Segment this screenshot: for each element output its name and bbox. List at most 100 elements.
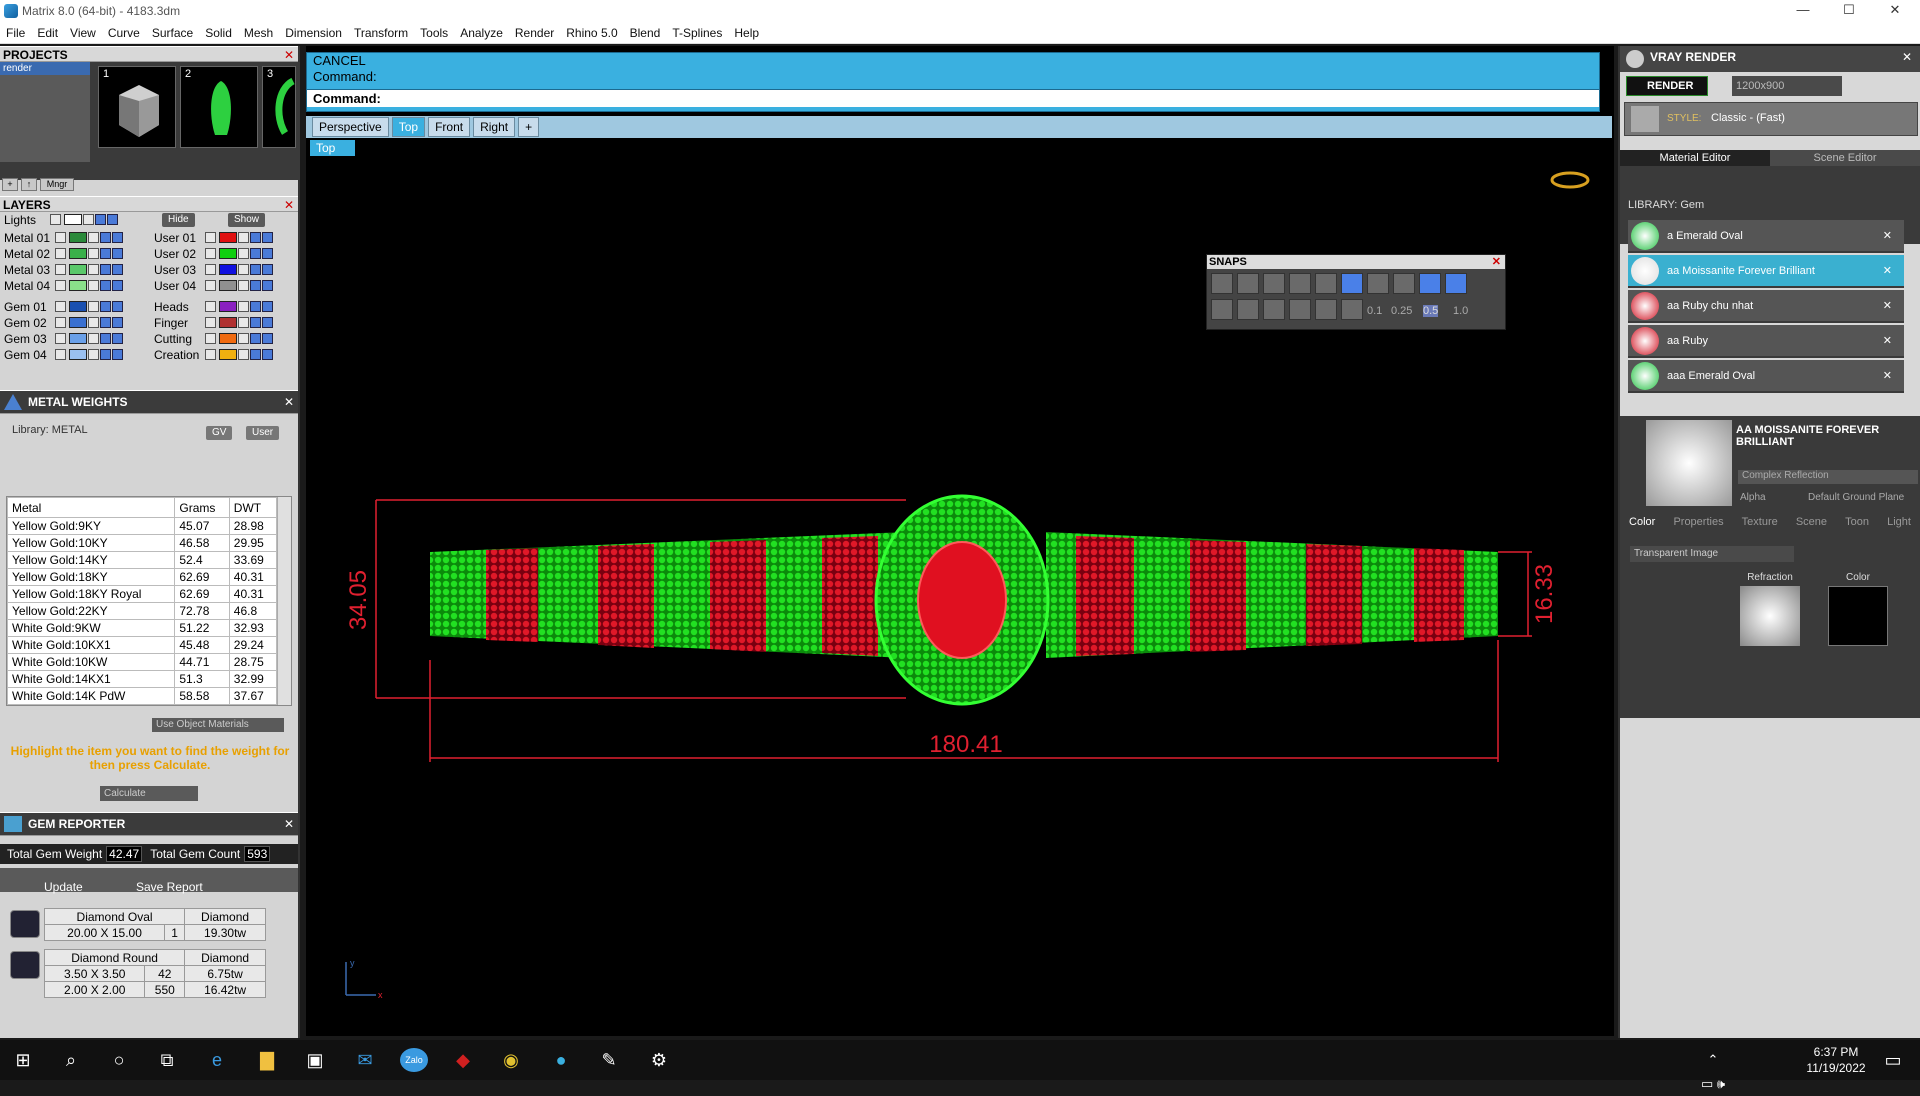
layer-name[interactable]: Finger	[154, 316, 204, 330]
snap-button[interactable]	[1289, 273, 1311, 294]
snap-value-1[interactable]: 0.1	[1367, 305, 1382, 317]
snap-value-4[interactable]: 1.0	[1453, 305, 1468, 317]
select-toggle[interactable]	[262, 301, 273, 312]
layer-color-swatch[interactable]	[219, 248, 237, 259]
hide-button[interactable]: Hide	[162, 213, 195, 227]
select-toggle[interactable]	[112, 264, 123, 275]
col-metal[interactable]: Metal	[7, 497, 176, 518]
gem-row[interactable]: 20.00 X 15.00 1 19.30tw	[43, 924, 266, 941]
remove-icon[interactable]: ✕	[1883, 334, 1892, 347]
manager-button[interactable]: Mngr	[40, 178, 74, 191]
menu-tsplines[interactable]: T-Splines	[666, 26, 728, 40]
table-row[interactable]: Yellow Gold:14KY 52.4 33.69	[7, 551, 278, 569]
snap-button[interactable]	[1263, 273, 1285, 294]
select-toggle[interactable]	[112, 232, 123, 243]
menu-blend[interactable]: Blend	[624, 26, 667, 40]
clock-date[interactable]: 11/19/2022	[1800, 1061, 1872, 1075]
library-item[interactable]: aa Ruby ✕	[1628, 325, 1904, 358]
table-row[interactable]: White Gold:14KX1 51.3 32.99	[7, 670, 278, 688]
lock-icon[interactable]	[88, 232, 99, 243]
snap-button[interactable]	[1419, 273, 1441, 294]
snap-value-3[interactable]: 0.5	[1423, 305, 1439, 317]
update-button[interactable]: Update	[44, 880, 83, 894]
tab-scene-editor[interactable]: Scene Editor	[1770, 150, 1920, 166]
tab-front[interactable]: Front	[428, 117, 471, 137]
visibility-toggle[interactable]	[250, 333, 261, 344]
layer-name[interactable]: Metal 02	[4, 247, 54, 261]
layer-name[interactable]: Gem 01	[4, 300, 54, 314]
add-project-button[interactable]: +	[2, 178, 18, 191]
search-icon[interactable]: ⌕	[58, 1048, 84, 1072]
menu-view[interactable]: View	[64, 26, 102, 40]
layer-arrow-button[interactable]	[205, 333, 216, 344]
project-item[interactable]: render	[0, 62, 90, 75]
select-toggle[interactable]	[112, 248, 123, 259]
snap-button[interactable]	[1367, 273, 1389, 294]
layer-color-swatch[interactable]	[219, 317, 237, 328]
lock-icon[interactable]	[88, 317, 99, 328]
layer-name[interactable]: Gem 03	[4, 332, 54, 346]
lock-icon[interactable]	[238, 333, 249, 344]
library-item[interactable]: aaa Emerald Oval ✕	[1628, 360, 1904, 393]
zalo-icon[interactable]: Zalo	[400, 1048, 428, 1072]
layer-arrow-button[interactable]	[55, 248, 66, 259]
select-toggle[interactable]	[112, 301, 123, 312]
layer-name[interactable]: Metal 04	[4, 279, 54, 293]
layer-name[interactable]: User 02	[154, 247, 204, 261]
layer-color-swatch[interactable]	[219, 301, 237, 312]
snap-button[interactable]	[1393, 273, 1415, 294]
library-item[interactable]: aa Moissanite Forever Brilliant ✕	[1628, 255, 1904, 288]
gv-button[interactable]: GV	[206, 426, 233, 440]
lock-icon[interactable]	[88, 301, 99, 312]
notification-icon[interactable]: ▭	[1880, 1048, 1906, 1072]
snap-button[interactable]	[1315, 273, 1337, 294]
windows-start-icon[interactable]: ⊞	[10, 1048, 36, 1072]
menu-edit[interactable]: Edit	[31, 26, 64, 40]
cortana-icon[interactable]: ○	[106, 1048, 132, 1072]
menu-render[interactable]: Render	[509, 26, 560, 40]
project-thumb-3[interactable]: 3	[262, 66, 296, 148]
close-icon[interactable]: ✕	[284, 391, 294, 413]
menu-file[interactable]: File	[0, 26, 31, 40]
layer-color-swatch[interactable]	[69, 349, 87, 360]
lock-icon[interactable]	[88, 280, 99, 291]
select-toggle[interactable]	[262, 333, 273, 344]
project-thumb-1[interactable]: 1	[98, 66, 176, 148]
snap-button[interactable]	[1237, 273, 1259, 294]
select-toggle[interactable]	[112, 333, 123, 344]
tab-texture[interactable]: Texture	[1742, 516, 1778, 532]
layer-arrow-button[interactable]	[55, 232, 66, 243]
layer-arrow-button[interactable]	[55, 264, 66, 275]
layer-name[interactable]: Metal 01	[4, 231, 54, 245]
lock-icon[interactable]	[88, 248, 99, 259]
style-select[interactable]: Classic - (Fast)	[1711, 112, 1785, 124]
layer-color-swatch[interactable]	[69, 333, 87, 344]
visibility-toggle[interactable]	[100, 349, 111, 360]
lock-icon[interactable]	[238, 264, 249, 275]
snap-button[interactable]	[1211, 273, 1233, 294]
select-toggle[interactable]	[112, 280, 123, 291]
layer-color-swatch[interactable]	[69, 248, 87, 259]
gem-row[interactable]: 3.50 X 3.50 42 6.75tw	[43, 965, 266, 982]
select-toggle[interactable]	[112, 349, 123, 360]
layer-arrow-button[interactable]	[205, 349, 216, 360]
task-view-icon[interactable]: ⧉	[154, 1048, 180, 1072]
show-button[interactable]: Show	[228, 213, 266, 227]
menu-analyze[interactable]: Analyze	[454, 26, 509, 40]
table-row[interactable]: Yellow Gold:18KY 62.69 40.31	[7, 568, 278, 586]
select-toggle[interactable]	[262, 317, 273, 328]
gem-row[interactable]: 2.00 X 2.00 550 16.42tw	[43, 981, 266, 998]
layer-arrow-button[interactable]	[55, 280, 66, 291]
close-button[interactable]: ✕	[1872, 0, 1918, 22]
select-toggle[interactable]	[262, 280, 273, 291]
app-icon-feather[interactable]: ✎	[596, 1048, 622, 1072]
layer-color-swatch[interactable]	[219, 232, 237, 243]
layer-arrow-button[interactable]	[55, 333, 66, 344]
snap-button[interactable]	[1211, 299, 1233, 320]
use-object-materials-button[interactable]: Use Object Materials	[152, 718, 284, 732]
ring-navigator-icon[interactable]	[1550, 171, 1590, 189]
save-report-button[interactable]: Save Report	[136, 880, 203, 894]
menu-solid[interactable]: Solid	[199, 26, 238, 40]
matrix-icon[interactable]: ◆	[450, 1048, 476, 1072]
layer-color-swatch[interactable]	[69, 301, 87, 312]
